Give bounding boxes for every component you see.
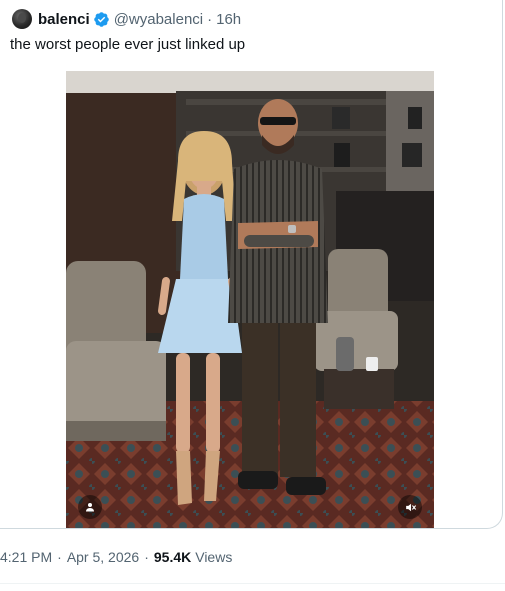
post-date[interactable]: Apr 5, 2026 [67, 549, 139, 565]
meta-separator: · [57, 549, 62, 565]
meta-separator: · [144, 549, 149, 565]
author-handle[interactable]: @wyabalenci [114, 11, 203, 28]
quoted-post-header: balenci @wyabalenci · 16h [12, 8, 241, 30]
post-detail: balenci @wyabalenci · 16h the worst peop… [0, 0, 505, 591]
user-tag-icon [86, 503, 94, 512]
verified-badge-icon [93, 11, 110, 28]
divider [0, 583, 505, 584]
quoted-post-card[interactable]: balenci @wyabalenci · 16h the worst peop… [0, 0, 503, 529]
quoted-post-text: the worst people ever just linked up [10, 36, 246, 53]
mute-button[interactable] [398, 495, 422, 519]
author-display-name[interactable]: balenci [38, 11, 90, 28]
photo-image [66, 71, 434, 528]
mute-icon [405, 503, 416, 511]
relative-time[interactable]: 16h [216, 11, 241, 28]
post-meta: 4:21 PM · Apr 5, 2026 · 95.4K Views [0, 549, 232, 565]
views-label: Views [195, 549, 233, 565]
header-separator: · [207, 10, 213, 28]
avatar[interactable] [12, 9, 32, 29]
user-tag-button[interactable] [78, 495, 102, 519]
views-count[interactable]: 95.4K [154, 549, 191, 565]
quoted-post-photo[interactable] [66, 71, 434, 528]
post-time[interactable]: 4:21 PM [0, 549, 52, 565]
